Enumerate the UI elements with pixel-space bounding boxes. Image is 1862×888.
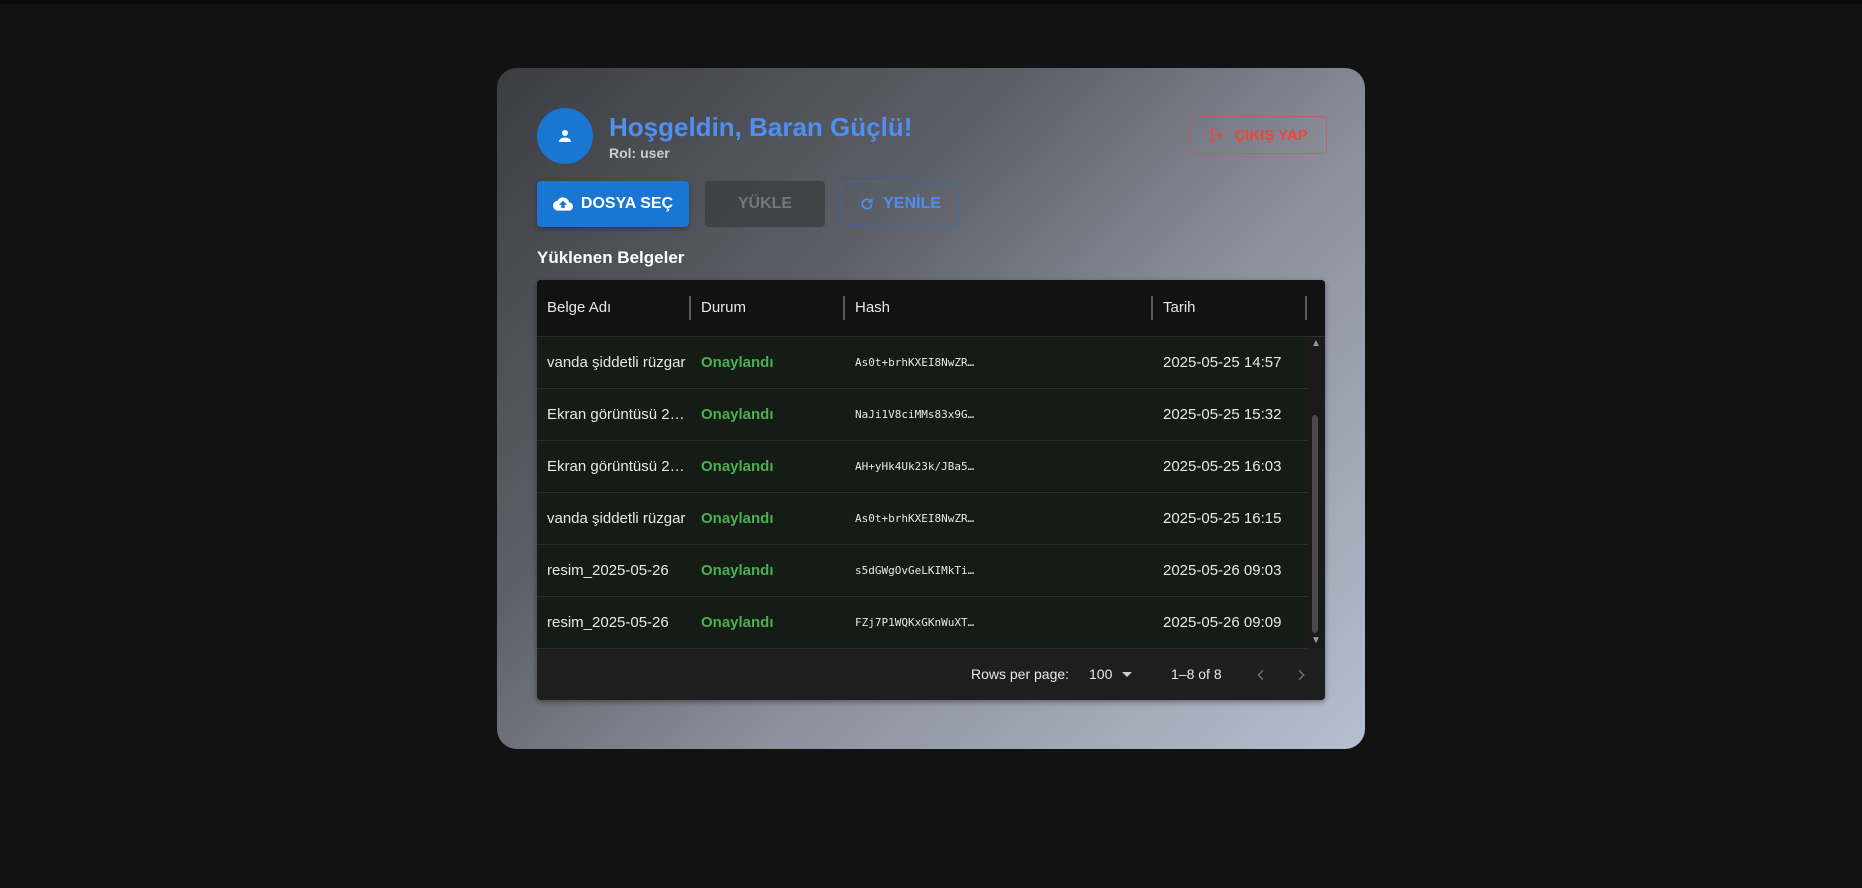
top-border — [0, 0, 1862, 4]
column-header-status[interactable]: Durum — [691, 280, 845, 336]
welcome-title: Hoşgeldin, Baran Güçlü! — [609, 112, 913, 142]
rows-per-page-label: Rows per page: — [971, 666, 1070, 682]
column-header-name[interactable]: Belge Adı — [537, 280, 691, 336]
cell-date: 2025-05-26 09:03 — [1163, 562, 1282, 579]
cloud-upload-icon — [552, 197, 573, 211]
cell-status: Onaylandı — [701, 510, 774, 527]
column-header-date[interactable]: Tarih — [1153, 280, 1307, 336]
cell-document-name: vanda şiddetli rüzgar — [547, 510, 686, 527]
cell-date: 2025-05-25 16:03 — [1163, 458, 1282, 475]
caret-down-icon[interactable] — [1122, 672, 1132, 677]
documents-table: Belge Adı Durum Hash Tarih vanda şiddetl… — [537, 280, 1325, 700]
logout-label: ÇIKIŞ YAP — [1234, 126, 1308, 144]
cell-hash: As0t+brhKXEI8NwZR… — [855, 356, 975, 369]
cell-hash: AH+yHk4Uk23k/JBa5… — [855, 460, 975, 473]
cell-date: 2025-05-25 15:32 — [1163, 406, 1282, 423]
logout-button[interactable]: ÇIKIŞ YAP — [1189, 116, 1327, 154]
cell-hash: NaJi1V8ciMMs83x9G… — [855, 408, 975, 421]
user-role: Rol: user — [609, 145, 670, 161]
toolbar: DOSYA SEÇ YÜKLE YENİLE — [537, 181, 1327, 227]
upload-button[interactable]: YÜKLE — [705, 181, 825, 227]
avatar — [537, 108, 593, 164]
table-pagination: Rows per page: 100 1–8 of 8 — [537, 649, 1325, 700]
cell-date: 2025-05-25 14:57 — [1163, 354, 1282, 371]
cell-date: 2025-05-25 16:15 — [1163, 510, 1282, 527]
scroll-up-icon[interactable]: ▲ — [1307, 337, 1325, 351]
cell-status: Onaylandı — [701, 458, 774, 475]
user-icon — [559, 130, 571, 142]
cell-document-name: Ekran görüntüsü 2025 — [547, 406, 691, 423]
cell-hash: As0t+brhKXEI8NwZR… — [855, 512, 975, 525]
table-row[interactable]: Ekran görüntüsü 2025 Onaylandı AH+yHk4Uk… — [537, 441, 1307, 493]
column-header-hash[interactable]: Hash — [845, 280, 1153, 336]
cell-document-name: resim_2025-05-26 — [547, 614, 669, 631]
next-page-button[interactable] — [1287, 661, 1315, 689]
header: Hoşgeldin, Baran Güçlü! Rol: user ÇIKIŞ … — [537, 108, 1327, 164]
cell-hash: s5dGWgOvGeLKIMkTi… — [855, 564, 975, 577]
table-body: vanda şiddetli rüzgar Onaylandı As0t+brh… — [537, 337, 1307, 649]
cell-document-name: Ekran görüntüsü 2025 — [547, 458, 691, 475]
table-row[interactable]: resim_2025-05-26 Onaylandı s5dGWgOvGeLKI… — [537, 545, 1307, 597]
table-scrollbar[interactable]: ▲ ▼ — [1307, 337, 1325, 648]
table-row[interactable]: vanda şiddetli rüzgar Onaylandı As0t+brh… — [537, 493, 1307, 545]
cell-document-name: resim_2025-05-26 — [547, 562, 669, 579]
chevron-right-icon — [1298, 669, 1305, 681]
table-row[interactable]: Ekran görüntüsü 2025 Onaylandı NaJi1V8ci… — [537, 389, 1307, 441]
table-header: Belge Adı Durum Hash Tarih — [537, 280, 1325, 337]
previous-page-button[interactable] — [1247, 661, 1275, 689]
logout-icon — [1211, 128, 1223, 142]
dashboard-card: Hoşgeldin, Baran Güçlü! Rol: user ÇIKIŞ … — [497, 68, 1365, 749]
cell-hash: FZj7P1WQKxGKnWuXT… — [855, 616, 975, 629]
refresh-label: YENİLE — [883, 195, 941, 212]
cell-date: 2025-05-26 09:09 — [1163, 614, 1282, 631]
rows-per-page-select[interactable]: 100 — [1089, 649, 1112, 700]
refresh-button[interactable]: YENİLE — [841, 181, 959, 227]
table-row[interactable]: resim_2025-05-26 Onaylandı FZj7P1WQKxGKn… — [537, 597, 1307, 649]
upload-label: YÜKLE — [737, 195, 793, 212]
table-row[interactable]: vanda şiddetli rüzgar Onaylandı As0t+brh… — [537, 337, 1307, 389]
refresh-icon — [861, 198, 873, 210]
scroll-down-icon[interactable]: ▼ — [1307, 634, 1325, 648]
cell-status: Onaylandı — [701, 354, 774, 371]
cell-document-name: vanda şiddetli rüzgar — [547, 354, 686, 371]
choose-file-button[interactable]: DOSYA SEÇ — [537, 181, 689, 227]
section-title: Yüklenen Belgeler — [537, 248, 685, 267]
scrollbar-thumb[interactable] — [1312, 415, 1318, 633]
choose-file-label: DOSYA SEÇ — [580, 195, 674, 212]
cell-status: Onaylandı — [701, 406, 774, 423]
chevron-left-icon — [1257, 669, 1264, 681]
pagination-range: 1–8 of 8 — [1171, 666, 1222, 682]
cell-status: Onaylandı — [701, 614, 774, 631]
cell-status: Onaylandı — [701, 562, 774, 579]
